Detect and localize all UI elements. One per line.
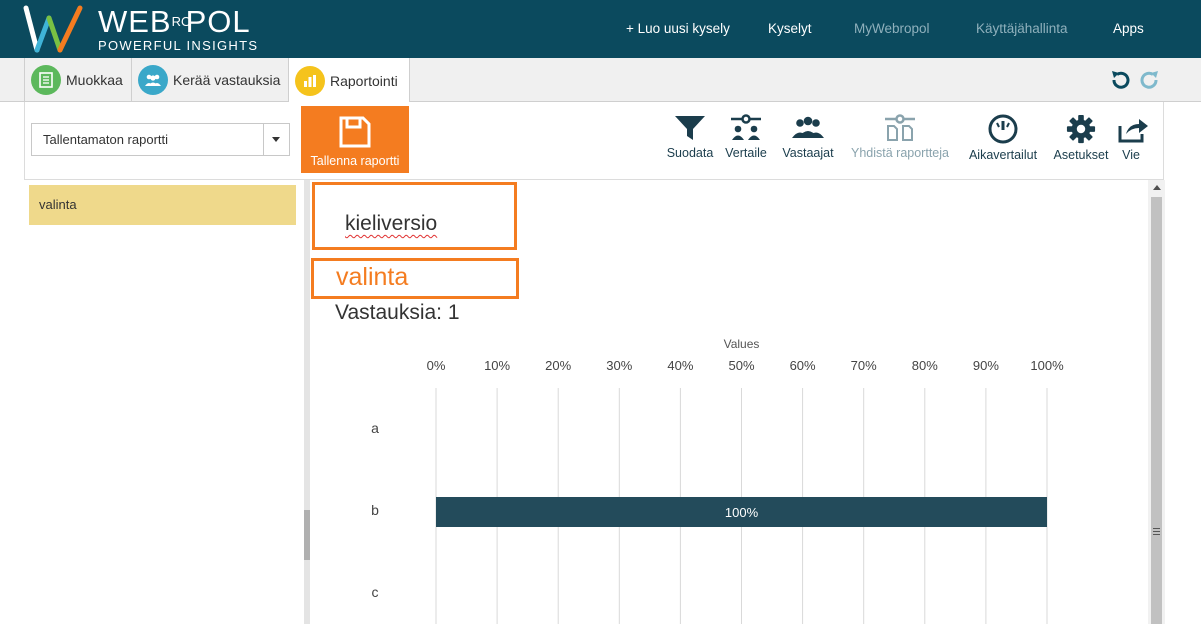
scroll-grip-icon xyxy=(1153,528,1160,535)
floppy-disk-icon xyxy=(339,116,371,148)
tab-collect-responses[interactable]: Kerää vastauksia xyxy=(131,58,289,102)
mode-tabs: Muokkaa Kerää vastauksia Raportointi xyxy=(0,58,1201,103)
redo-icon[interactable] xyxy=(1138,68,1162,92)
right-margin xyxy=(1165,102,1201,624)
tool-settings[interactable]: Asetukset xyxy=(1049,114,1113,176)
tool-time-comparison-label: Aikavertailut xyxy=(968,148,1038,162)
logo-wordmark: WEBROPOL xyxy=(98,4,251,39)
tool-export[interactable]: Vie xyxy=(1117,114,1148,176)
tool-time-comparison[interactable]: Aikavertailut xyxy=(962,114,1044,176)
chart-tick-label: 40% xyxy=(667,358,693,373)
report-select-toggle[interactable] xyxy=(263,124,289,155)
nav-mywebropol[interactable]: MyWebropol xyxy=(854,0,930,58)
nav-user-management[interactable]: Käyttäjähallinta xyxy=(976,0,1068,58)
tool-compare-label: Vertaile xyxy=(725,146,767,160)
save-report-label: Tallenna raportti xyxy=(310,154,400,168)
tool-merge-reports[interactable]: Yhdistä raportteja xyxy=(843,114,957,176)
tool-settings-label: Asetukset xyxy=(1053,148,1109,162)
question-list-item[interactable]: valinta xyxy=(29,185,296,225)
time-comparison-icon xyxy=(988,114,1018,144)
compare-icon xyxy=(731,114,761,140)
document-icon xyxy=(31,65,61,95)
chart-tick-label: 20% xyxy=(545,358,571,373)
tab-reporting-label: Raportointi xyxy=(330,72,398,89)
report-toolbar: Tallentamaton raportti Tallenna raportti… xyxy=(24,102,1164,180)
top-bar: WEBROPOL POWERFUL INSIGHTS + Luo uusi ky… xyxy=(0,0,1201,58)
webropol-logo[interactable]: WEBROPOL POWERFUL INSIGHTS xyxy=(22,4,282,56)
content-scrollbar[interactable] xyxy=(1148,180,1165,624)
logo-w-mark-icon xyxy=(23,5,83,53)
history-controls xyxy=(1108,58,1162,102)
scrollbar-thumb[interactable] xyxy=(1151,197,1162,624)
app-window: WEBROPOL POWERFUL INSIGHTS + Luo uusi ky… xyxy=(0,0,1201,624)
chart-tick-label: 100% xyxy=(1030,358,1064,373)
nav-surveys[interactable]: Kyselyt xyxy=(768,0,812,58)
tool-filter[interactable]: Suodata xyxy=(664,114,716,176)
tool-export-label: Vie xyxy=(1122,148,1140,162)
report-content: kieliversio valinta Vastauksia: 1 Values… xyxy=(310,180,1148,624)
nav-create-survey[interactable]: + Luo uusi kysely xyxy=(626,0,730,58)
merge-reports-icon xyxy=(885,114,915,141)
tab-edit-label: Muokkaa xyxy=(66,72,123,88)
tool-respondents-label: Vastaajat xyxy=(782,146,834,160)
respondents-icon xyxy=(792,116,824,138)
tab-edit[interactable]: Muokkaa xyxy=(24,58,132,102)
tab-collect-label: Kerää vastauksia xyxy=(173,72,281,88)
logo-tagline: POWERFUL INSIGHTS xyxy=(98,38,259,53)
chart-tick-label: 70% xyxy=(851,358,877,373)
tool-merge-reports-label: Yhdistä raportteja xyxy=(851,146,949,160)
settings-gear-icon xyxy=(1066,114,1096,144)
filter-icon xyxy=(675,116,705,140)
undo-icon[interactable] xyxy=(1108,68,1132,92)
chart-category-label: b xyxy=(371,502,379,518)
chart-tick-label: 10% xyxy=(484,358,510,373)
chart-tick-label: 60% xyxy=(790,358,816,373)
caret-down-icon xyxy=(272,137,280,142)
bar-chart-icon xyxy=(295,65,325,96)
chart-tick-label: 90% xyxy=(973,358,999,373)
save-report-button[interactable]: Tallenna raportti xyxy=(301,106,409,173)
tool-compare[interactable]: Vertaile xyxy=(721,114,771,176)
chart-axis-title: Values xyxy=(724,337,760,351)
nav-apps[interactable]: Apps xyxy=(1113,0,1144,58)
tool-filter-label: Suodata xyxy=(666,146,714,160)
tool-respondents[interactable]: Vastaajat xyxy=(778,114,838,176)
chart-data-label: 100% xyxy=(725,505,759,520)
people-icon xyxy=(138,65,168,95)
chart-tick-label: 80% xyxy=(912,358,938,373)
chart-category-label: c xyxy=(372,584,379,600)
export-icon xyxy=(1118,119,1148,143)
chart-tick-label: 50% xyxy=(728,358,754,373)
chart-category-label: a xyxy=(371,420,379,436)
chart-tick-label: 30% xyxy=(606,358,632,373)
report-select[interactable]: Tallentamaton raportti xyxy=(31,123,290,156)
scroll-up-arrow-icon[interactable] xyxy=(1153,185,1161,190)
question-list-panel: valinta xyxy=(0,180,304,624)
chart-tick-label: 0% xyxy=(427,358,446,373)
report-select-value: Tallentamaton raportti xyxy=(43,132,169,147)
results-bar-chart: Values 0% 10% 20% 30% 40% 50% 60% 70% 80% 90% 100% a… xyxy=(371,337,1064,624)
tab-reporting[interactable]: Raportointi xyxy=(288,58,410,103)
